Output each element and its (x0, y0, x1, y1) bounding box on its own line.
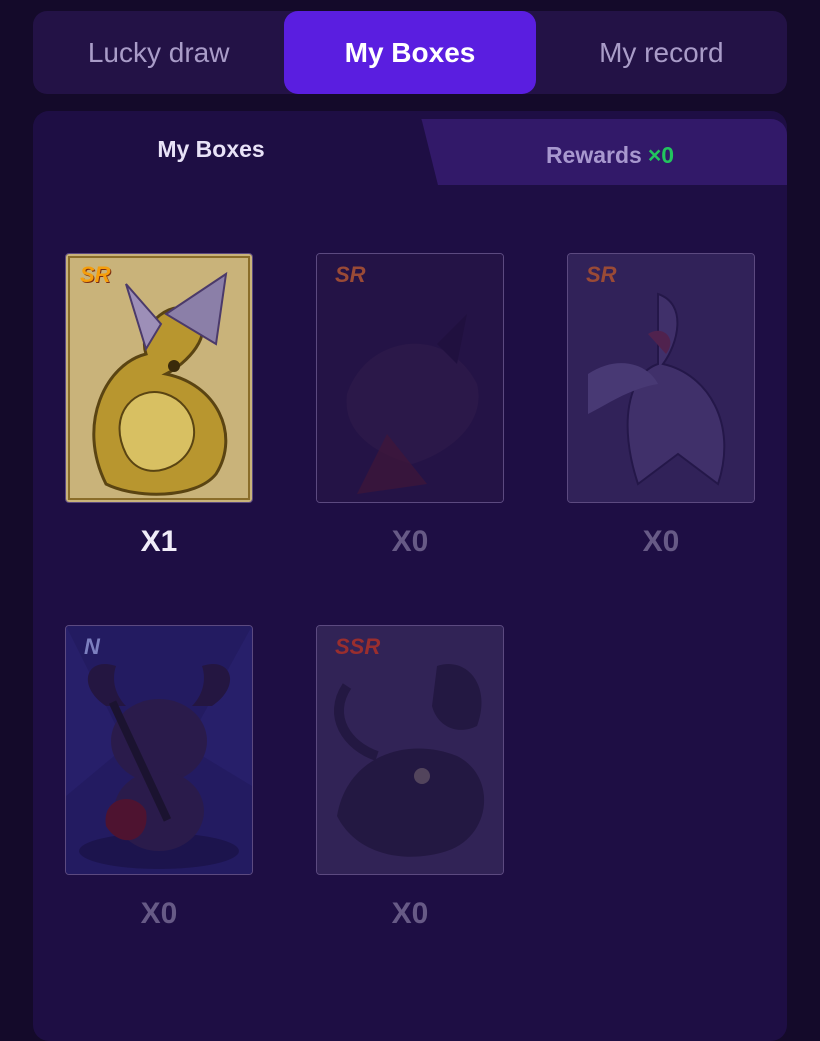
golden-dragon-card-art[interactable]: SR (65, 253, 253, 503)
rarity-badge: N (84, 634, 100, 659)
boxes-panel: My Boxes Rewards ×0 SR X1 SR X0 SR X0 N … (33, 111, 787, 1041)
box-count: X0 (140, 897, 178, 930)
tab-my-record[interactable]: My record (536, 11, 787, 94)
box-count: X0 (391, 525, 429, 558)
buffalo-guitarist-card-art[interactable]: N (65, 625, 253, 875)
phoenix-bird-card-art[interactable]: SR (567, 253, 755, 503)
box-count: X0 (642, 525, 680, 558)
box-card[interactable]: SR X1 (65, 253, 253, 559)
black-dragon-card-art[interactable]: SSR (316, 625, 504, 875)
box-card[interactable]: SR X0 (567, 253, 755, 559)
rarity-badge: SR (335, 262, 366, 287)
box-card[interactable]: N X0 (65, 625, 253, 931)
rarity-badge: SR (586, 262, 617, 287)
sub-tab-rewards[interactable]: Rewards ×0 (433, 117, 787, 193)
sub-tab-bar: My Boxes Rewards ×0 (33, 111, 787, 187)
dark-demon-card-art[interactable]: SR (316, 253, 504, 503)
box-card[interactable]: SR X0 (316, 253, 504, 559)
tab-lucky-draw[interactable]: Lucky draw (33, 11, 284, 94)
top-tab-bar: Lucky draw My Boxes My record (33, 11, 787, 94)
box-card[interactable]: SSR X0 (316, 625, 504, 931)
box-count: X0 (391, 897, 429, 930)
rewards-label: Rewards (545, 141, 642, 168)
sub-tab-my-boxes[interactable]: My Boxes (33, 111, 389, 187)
rewards-count: ×0 (647, 141, 675, 168)
box-count: X1 (140, 525, 178, 558)
rarity-badge: SSR (335, 634, 381, 659)
rarity-badge: SR (80, 262, 111, 287)
tab-my-boxes[interactable]: My Boxes (284, 11, 536, 94)
